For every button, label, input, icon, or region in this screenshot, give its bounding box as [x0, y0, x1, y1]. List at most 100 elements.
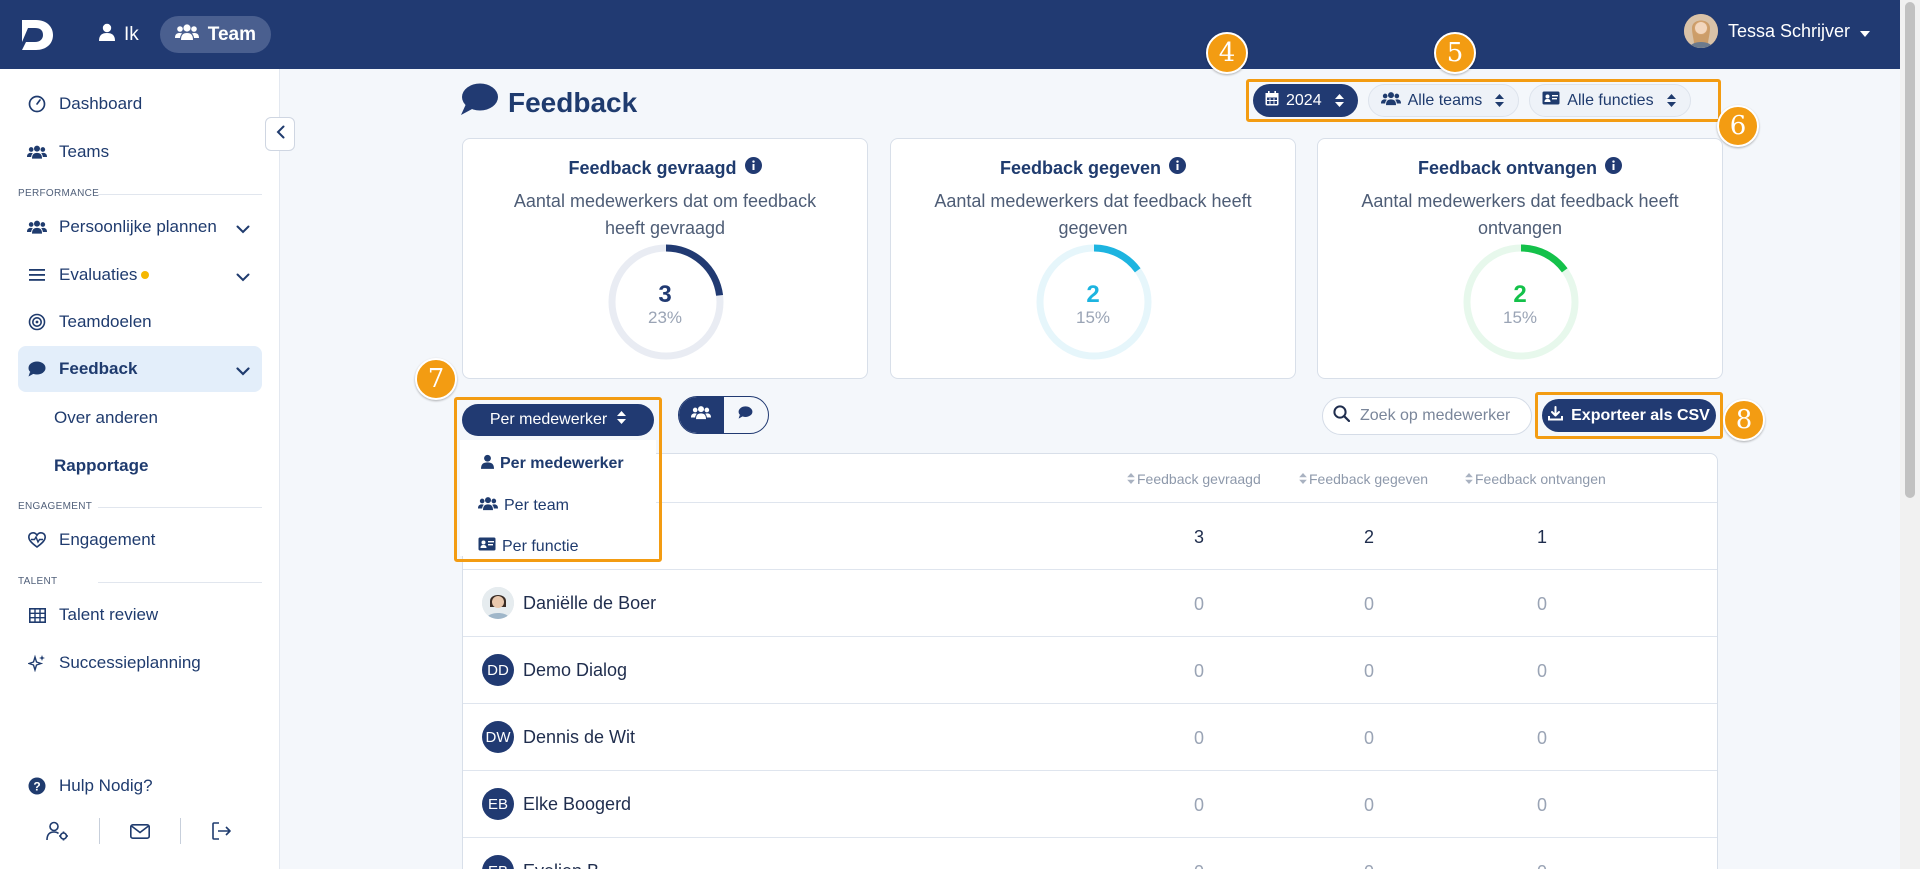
stat-value: 2 [1513, 281, 1527, 308]
sidebar-item-engagement[interactable]: Engagement [18, 517, 262, 563]
year-select[interactable]: 2024 [1253, 84, 1358, 117]
sort-icon [1495, 94, 1505, 107]
sidebar-item-label: Teams [59, 142, 110, 161]
question-circle-icon: ? [27, 776, 47, 796]
avatar: DW [482, 721, 514, 753]
page-scrollbar[interactable] [1900, 0, 1920, 869]
sidebar-item-label: Successieplanning [59, 653, 201, 672]
view-toggle-feedback[interactable] [724, 397, 769, 433]
mail-icon[interactable] [100, 823, 181, 839]
sidebar-item-successieplanning[interactable]: Successieplanning [18, 640, 262, 686]
table-row[interactable]: DW Dennis de Wit 0 0 0 [463, 704, 1717, 771]
stat-card-description: Aantal medewerkers dat feedback heeft on… [1361, 191, 1679, 238]
sidebar-collapse-button[interactable] [265, 117, 295, 151]
cell-ontvangen: 0 [1536, 661, 1547, 681]
avatar: EB [482, 788, 514, 820]
option-label: Per medewerker [500, 455, 624, 472]
sidebar-item-label: Hulp Nodig? [59, 776, 153, 795]
export-label: Exporteer als CSV [1571, 406, 1710, 424]
user-icon [99, 23, 115, 47]
sidebar-item-teams[interactable]: Teams [18, 129, 262, 175]
top-nav-team-label: Team [207, 23, 257, 45]
avatar [1683, 14, 1718, 48]
chat-bubble-icon [460, 82, 498, 123]
stat-value: 2 [1086, 281, 1100, 308]
step-badge-8: 8 [1723, 399, 1765, 441]
option-label: Per functie [502, 537, 579, 555]
stat-percent: 15% [1075, 308, 1111, 327]
cell-ontvangen: 1 [1536, 527, 1547, 547]
sidebar-item-persoonlijke-plannen[interactable]: Persoonlijke plannen [18, 204, 262, 250]
column-header-gevraagd[interactable]: Feedback gevraagd [1127, 471, 1261, 487]
info-icon[interactable] [1169, 157, 1187, 179]
id-card-icon [1542, 91, 1560, 110]
top-bar: Ik Team Tessa Schrijver [0, 0, 1900, 69]
avatar [482, 587, 514, 619]
sidebar-item-label: Feedback [59, 359, 138, 378]
sidebar-subitem-over-anderen[interactable]: Over anderen [54, 408, 158, 428]
sidebar-item-talent-review[interactable]: Talent review [18, 592, 262, 638]
sidebar-item-label: Persoonlijke plannen [59, 217, 217, 236]
sidebar: Dashboard Teams PERFORMANCE Persoonlijke… [0, 69, 280, 869]
cell-gegeven: 2 [1363, 527, 1374, 547]
users-icon [478, 496, 498, 516]
cell-ontvangen: 0 [1536, 728, 1547, 748]
stat-percent: 15% [1502, 308, 1538, 327]
column-header-ontvangen[interactable]: Feedback ontvangen [1465, 471, 1606, 487]
table-row[interactable]: DD Demo Dialog 0 0 0 [463, 637, 1717, 704]
stat-card-description: Aantal medewerkers dat om feedback heeft… [513, 191, 817, 238]
section-label-performance: PERFORMANCE [18, 188, 262, 199]
sort-icon [1465, 471, 1473, 487]
logout-icon[interactable] [181, 822, 262, 840]
info-icon[interactable] [1605, 157, 1623, 179]
chevron-left-icon [276, 125, 285, 144]
calendar-icon [1265, 90, 1279, 111]
top-nav-team[interactable]: Team [159, 16, 272, 53]
group-by-option-medewerker[interactable]: Per medewerker [481, 454, 624, 474]
group-by-select[interactable]: Per medewerker [462, 404, 654, 436]
user-menu[interactable]: Tessa Schrijver [1683, 14, 1870, 48]
info-icon[interactable] [744, 157, 762, 179]
sidebar-item-help[interactable]: ? Hulp Nodig? [18, 763, 262, 809]
sidebar-item-teamdoelen[interactable]: Teamdoelen [18, 299, 262, 345]
sidebar-item-dashboard[interactable]: Dashboard [18, 81, 262, 127]
table-row[interactable]: EB Elke Boogerd 0 0 0 [463, 771, 1717, 838]
sidebar-item-feedback[interactable]: Feedback [18, 346, 262, 392]
table-row[interactable]: Daniëlle de Boer 0 0 0 [463, 570, 1717, 637]
search-box [1322, 397, 1532, 435]
top-nav-ik[interactable]: Ik [84, 16, 154, 53]
teams-select[interactable]: Alle teams [1367, 84, 1520, 117]
sidebar-item-evaluaties[interactable]: Evaluaties [18, 252, 262, 298]
sidebar-subitem-rapportage[interactable]: Rapportage [54, 456, 148, 476]
search-icon [1333, 405, 1351, 427]
search-input[interactable] [1360, 407, 1510, 425]
group-by-option-team[interactable]: Per team [478, 496, 569, 516]
sidebar-item-label: Talent review [59, 605, 159, 624]
scrollbar-thumb[interactable] [1905, 2, 1915, 498]
functies-select[interactable]: Alle functies [1529, 84, 1691, 117]
step-badge-6: 6 [1717, 105, 1759, 147]
option-label: Per team [504, 497, 569, 514]
target-icon [27, 312, 47, 332]
export-csv-button[interactable]: Exporteer als CSV [1542, 399, 1716, 432]
app-logo[interactable] [17, 15, 57, 55]
cell-gevraagd: 3 [1193, 527, 1204, 547]
column-header-gegeven[interactable]: Feedback gegeven [1299, 471, 1428, 487]
cell-gegeven: 0 [1363, 594, 1374, 614]
gauge-icon [27, 94, 47, 114]
group-by-option-functie[interactable]: Per functie [478, 537, 578, 556]
cell-gegeven: 0 [1349, 862, 1389, 869]
view-toggle-people[interactable] [679, 397, 724, 433]
cell-gegeven: 0 [1363, 728, 1374, 748]
cell-gevraagd: 0 [1193, 661, 1204, 681]
avatar: EB [482, 855, 514, 869]
user-icon [481, 454, 494, 474]
user-settings-icon[interactable] [18, 821, 99, 841]
stat-card-title-text: Feedback ontvangen [1417, 157, 1598, 178]
top-nav: Ik Team [84, 16, 272, 53]
cell-ontvangen: 0 [1522, 862, 1562, 869]
download-icon [1548, 405, 1564, 426]
users-icon [1380, 91, 1401, 111]
column-header-label: Feedback gegeven [1309, 471, 1429, 487]
table-row[interactable]: EB Evelien B... 0 0 0 [463, 838, 1717, 869]
